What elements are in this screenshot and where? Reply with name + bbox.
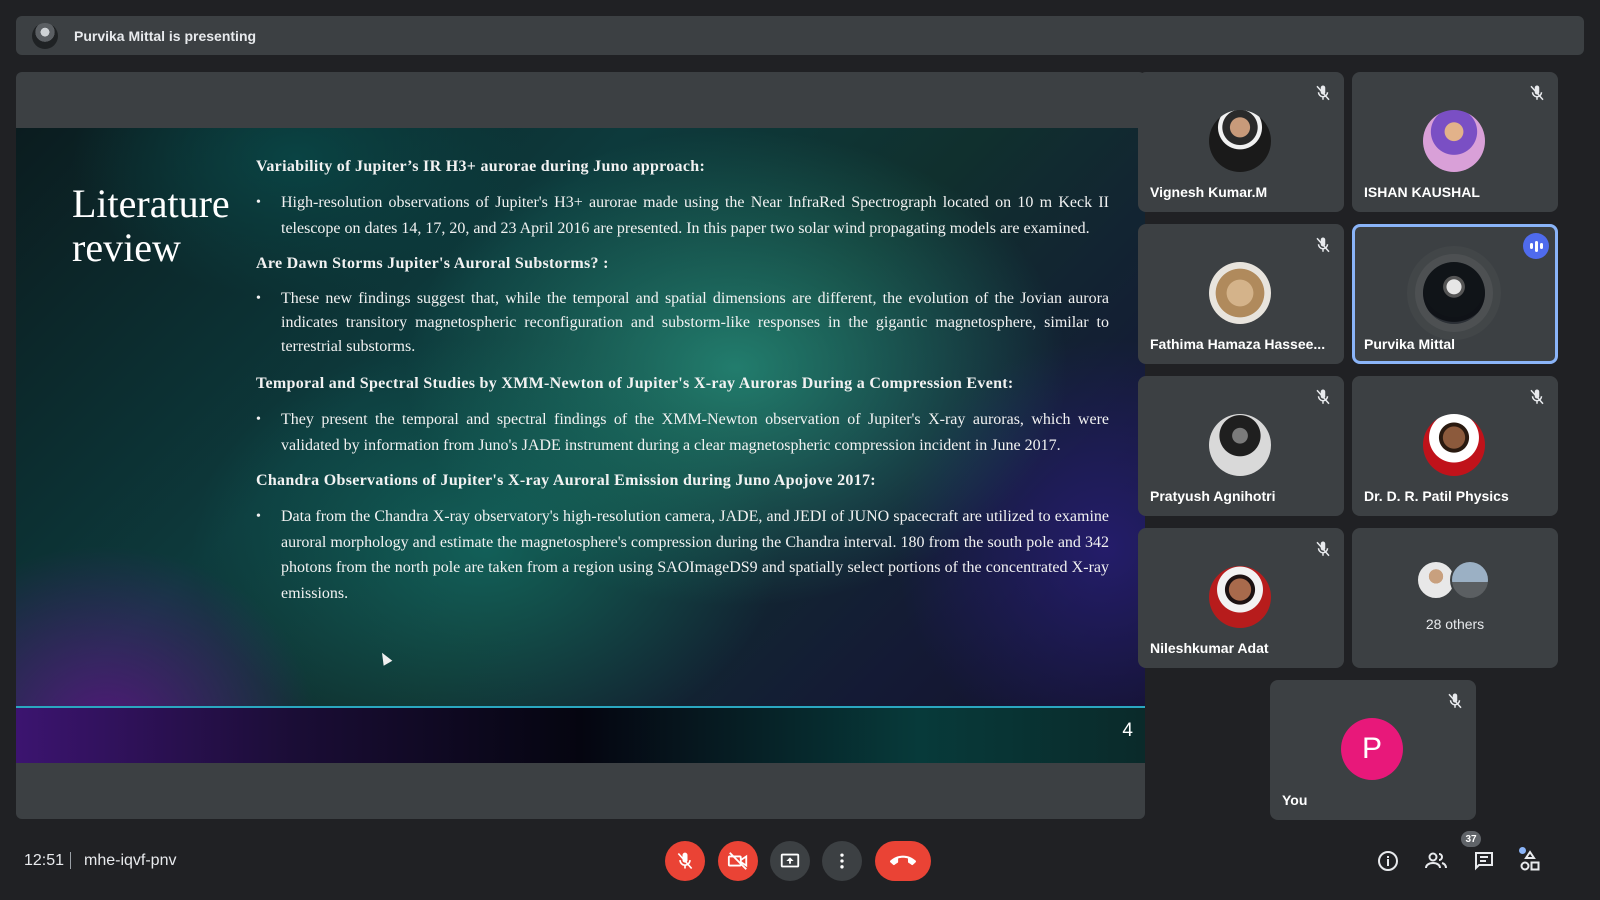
bullet-text: These new findings suggest that, while t…	[281, 290, 1109, 355]
participant-name: Dr. D. R. Patil Physics	[1364, 488, 1509, 504]
mic-off-icon	[1316, 389, 1330, 405]
participant-name: Fathima Hamaza Hassee...	[1150, 336, 1326, 352]
slide-title: Literature review	[72, 182, 230, 270]
bottom-control-bar: 12:51 mhe-iqvf-pnv 37	[0, 819, 1600, 900]
participant-name: ISHAN KAUSHAL	[1364, 184, 1480, 200]
mic-off-icon	[1448, 693, 1462, 709]
presentation-stage[interactable]: Literature review Variability of Jupiter…	[16, 72, 1145, 819]
meeting-code: mhe-iqvf-pnv	[84, 852, 177, 869]
mic-off-icon	[1530, 389, 1544, 405]
participant-tile[interactable]: ISHAN KAUSHAL	[1352, 72, 1558, 212]
presenter-avatar	[32, 22, 58, 49]
participant-avatar	[1209, 566, 1271, 628]
presenting-text: Purvika Mittal is presenting	[74, 27, 257, 44]
meeting-time: 12:51	[24, 852, 65, 869]
mic-off-icon	[1316, 541, 1330, 557]
mouse-cursor-icon	[377, 650, 393, 666]
participant-name: Vignesh Kumar.M	[1150, 184, 1268, 200]
participant-tile[interactable]: Fathima Hamaza Hassee...	[1138, 224, 1344, 364]
others-tile[interactable]: 28 others	[1352, 528, 1558, 668]
bullet-text: High-resolution observations of Jupiter'…	[281, 194, 1109, 237]
others-count-label: 28 others	[1425, 616, 1485, 632]
end-call-icon	[890, 855, 916, 866]
camera-off-icon	[727, 852, 748, 870]
self-avatar: P	[1341, 718, 1403, 780]
participant-avatar	[1209, 414, 1271, 476]
self-tile[interactable]: P You	[1270, 680, 1476, 820]
slide-footer: 4	[16, 708, 1145, 763]
presenting-banner: Purvika Mittal is presenting	[16, 16, 1584, 55]
participant-tile-active-speaker[interactable]: Purvika Mittal	[1352, 224, 1558, 364]
section-heading: Are Dawn Storms Jupiter's Auroral Substo…	[256, 255, 609, 272]
section-heading: Variability of Jupiter’s IR H3+ aurorae …	[256, 158, 706, 175]
people-icon[interactable]	[1424, 849, 1448, 873]
present-now-button[interactable]	[770, 841, 810, 881]
people-count-badge: 37	[1461, 831, 1481, 847]
more-options-icon	[840, 853, 844, 869]
activities-icon[interactable]	[1518, 849, 1542, 873]
present-screen-icon	[780, 853, 800, 868]
leave-call-button[interactable]	[875, 841, 931, 881]
others-avatars	[1416, 560, 1496, 600]
bullet-text: They present the temporal and spectral f…	[281, 411, 1109, 454]
bullet-dot: •	[256, 195, 261, 210]
bullet-dot: •	[256, 509, 261, 524]
bullet-text: Data from the Chandra X-ray observatory'…	[281, 508, 1109, 602]
bullet-item: • These new findings suggest that, while…	[256, 287, 1109, 359]
participant-tile[interactable]: Nileshkumar Adat	[1138, 528, 1344, 668]
bullet-dot: •	[256, 291, 261, 306]
participant-avatar	[1209, 110, 1271, 172]
bullet-item: • Data from the Chandra X-ray observator…	[256, 504, 1109, 606]
participant-name: Purvika Mittal	[1364, 336, 1456, 352]
participant-avatar	[1209, 262, 1271, 324]
presentation-slide: Literature review Variability of Jupiter…	[16, 128, 1145, 763]
toggle-microphone-button[interactable]	[665, 841, 705, 881]
mic-off-icon	[1316, 85, 1330, 101]
self-name: You	[1282, 792, 1308, 808]
bullet-dot: •	[256, 412, 261, 427]
info-icon[interactable]	[1376, 849, 1400, 873]
bullet-item: • They present the temporal and spectral…	[256, 407, 1109, 458]
speaking-indicator-icon	[1523, 233, 1549, 259]
section-heading: Chandra Observations of Jupiter's X-ray …	[256, 472, 876, 489]
participant-tile[interactable]: Dr. D. R. Patil Physics	[1352, 376, 1558, 516]
slide-title-line-2: review	[72, 225, 181, 270]
participant-avatar	[1423, 414, 1485, 476]
more-options-button[interactable]	[822, 841, 862, 881]
slide-page-number: 4	[1122, 720, 1133, 741]
slide-title-line-1: Literature	[72, 181, 230, 226]
chat-icon[interactable]	[1472, 849, 1496, 873]
bullet-item: • High-resolution observations of Jupite…	[256, 190, 1109, 241]
participant-avatar	[1423, 262, 1485, 324]
participant-avatar	[1450, 560, 1490, 600]
mic-off-icon	[677, 852, 693, 870]
mic-off-icon	[1316, 237, 1330, 253]
participant-tile[interactable]: Vignesh Kumar.M	[1138, 72, 1344, 212]
participant-avatar	[1423, 110, 1485, 172]
slide-body: Variability of Jupiter’s IR H3+ aurorae …	[256, 154, 1109, 606]
separator	[70, 852, 71, 869]
section-heading: Temporal and Spectral Studies by XMM-New…	[256, 375, 1014, 392]
mic-off-icon	[1530, 85, 1544, 101]
toggle-camera-button[interactable]	[718, 841, 758, 881]
participant-name: Nileshkumar Adat	[1150, 640, 1269, 656]
participant-name: Pratyush Agnihotri	[1150, 488, 1276, 504]
participant-tile[interactable]: Pratyush Agnihotri	[1138, 376, 1344, 516]
